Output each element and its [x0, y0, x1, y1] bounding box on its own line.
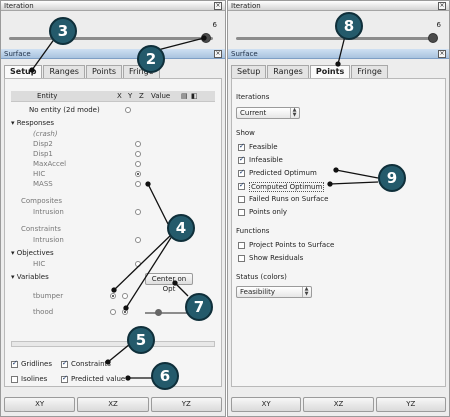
badge-3: 3 [49, 17, 77, 45]
annotation-lines [29, 27, 379, 381]
badge-5: 5 [127, 326, 155, 354]
badge-7: 7 [185, 293, 213, 321]
badge-8: 8 [335, 12, 363, 40]
badge-4: 4 [167, 214, 195, 242]
badge-2: 2 [137, 45, 165, 73]
badge-6: 6 [151, 362, 179, 390]
badge-9: 9 [378, 164, 406, 192]
